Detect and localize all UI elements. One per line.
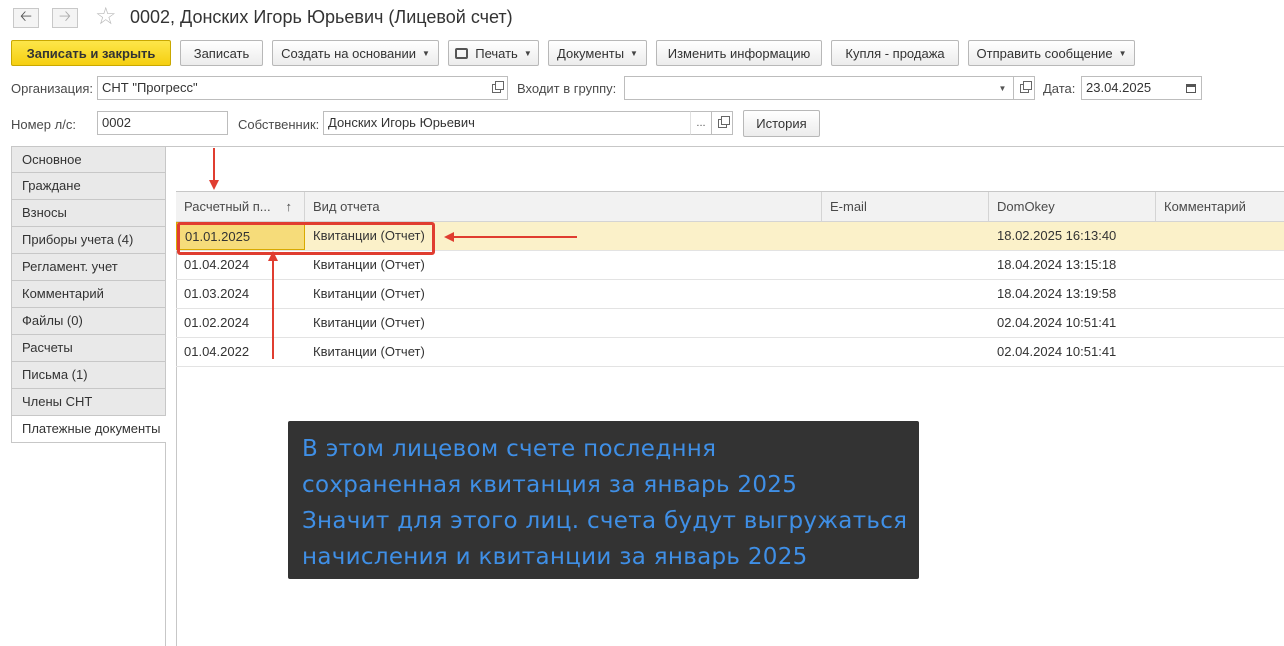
note-line: сохраненная квитанция за январь 2025	[302, 472, 798, 498]
note-line: начисления и квитанции за январь 2025	[302, 544, 808, 570]
annotation-note: В этом лицевом счете последння сохраненн…	[288, 421, 919, 579]
note-line: Значит для этого лиц. счета будут выгруж…	[302, 508, 908, 534]
note-line: В этом лицевом счете последння	[302, 436, 717, 462]
